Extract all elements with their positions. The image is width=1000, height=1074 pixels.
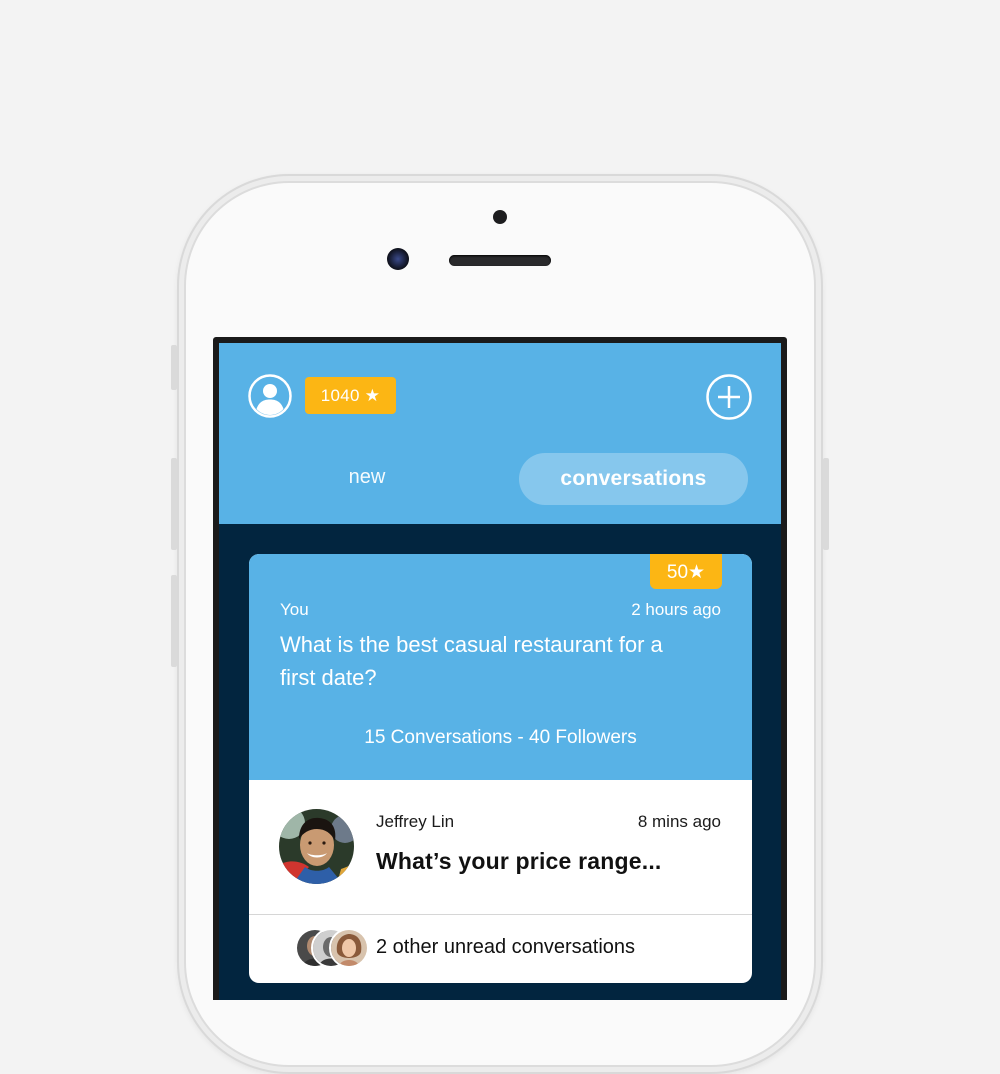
reply-time: 8 mins ago (637, 812, 721, 831)
unread-avatars (295, 928, 375, 968)
avatar[interactable] (279, 809, 354, 884)
phone-screen: 1040 ★ new conversations 50★ You 2 hours… (213, 337, 787, 1000)
profile-button[interactable] (248, 374, 292, 418)
plus-circle-icon (706, 374, 752, 420)
app-view: 1040 ★ new conversations 50★ You 2 hours… (219, 343, 781, 1000)
reply-preview[interactable]: What’s your price range... (376, 848, 662, 875)
volume-down-button (171, 575, 177, 667)
earpiece-speaker (449, 255, 551, 266)
add-question-button[interactable] (706, 374, 752, 420)
unread-conversations-link[interactable]: 2 other unread conversations (376, 936, 635, 959)
volume-up-button (171, 458, 177, 550)
app-header: 1040 ★ new conversations (219, 343, 781, 524)
reply-author: Jeffrey Lin (376, 812, 455, 831)
question-stats[interactable]: 15 Conversations - 40 Followers (249, 727, 752, 749)
question-text: What is the best casual restaurant for a… (280, 632, 663, 690)
avatar-photo (279, 809, 354, 884)
question-time: 2 hours ago (631, 600, 721, 619)
question-section[interactable]: 50★ You 2 hours ago What is the best cas… (249, 554, 752, 780)
question-author: You (280, 600, 309, 619)
user-circle-icon (248, 374, 292, 418)
divider (249, 914, 752, 915)
conversation-card[interactable]: 50★ You 2 hours ago What is the best cas… (249, 554, 752, 983)
proximity-sensor (493, 210, 507, 224)
mute-switch (171, 345, 177, 390)
front-camera (387, 248, 409, 270)
tab-conversations[interactable]: conversations (519, 453, 748, 505)
points-badge[interactable]: 1040 ★ (305, 377, 396, 414)
tab-new[interactable]: new (297, 451, 437, 503)
power-button (823, 458, 829, 550)
avatar (329, 928, 369, 968)
reward-badge: 50★ (650, 554, 722, 589)
